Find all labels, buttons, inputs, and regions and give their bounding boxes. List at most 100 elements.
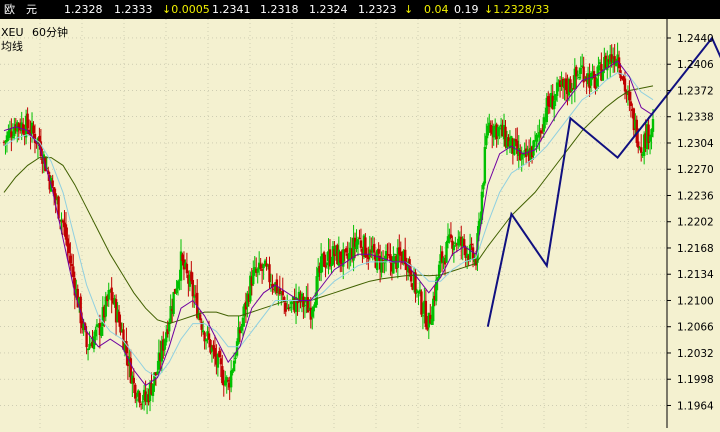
candle-body-down xyxy=(278,288,282,295)
candle-body-down xyxy=(85,331,88,348)
candle-body-up xyxy=(11,136,15,138)
candle-body-down xyxy=(470,243,473,245)
quote-last: 1.2328 xyxy=(64,3,103,16)
y-tick-label: 1.2066 xyxy=(677,322,714,334)
y-tick-label: 1.2406 xyxy=(677,59,714,71)
y-tick-label: 1.2100 xyxy=(677,295,714,307)
y-tick-label: 1.1998 xyxy=(677,374,714,386)
quote-low: 1.2318 xyxy=(260,3,299,16)
candle-body-up xyxy=(94,329,97,337)
candle-body-up xyxy=(579,67,582,74)
candle-body-down xyxy=(72,266,75,278)
candle-body-up xyxy=(176,281,180,289)
candle-body-up xyxy=(288,306,292,309)
candle-body-down xyxy=(69,255,72,264)
candle-body-down xyxy=(463,239,466,247)
quote-change: ↓0.0005 xyxy=(162,3,210,16)
candle-body-up xyxy=(532,140,535,156)
candle-body-up xyxy=(421,315,425,317)
candle-body-up xyxy=(393,254,397,256)
candle-body-down xyxy=(218,351,221,357)
candle-body-up xyxy=(107,290,110,300)
candle-body-down xyxy=(219,358,223,365)
candle-body-down xyxy=(191,280,194,297)
candle-body-down xyxy=(281,290,284,296)
candle-body-down xyxy=(64,224,68,240)
period-label: 60分钟 xyxy=(32,25,68,39)
candle-body-up xyxy=(468,244,472,260)
candle-body-up xyxy=(392,256,395,274)
candle-body-down xyxy=(637,141,640,148)
y-tick-label: 1.2236 xyxy=(677,190,714,202)
candle-body-down xyxy=(541,132,544,134)
candle-body-up xyxy=(576,74,579,76)
candle-body-down xyxy=(306,297,310,313)
candle-body-down xyxy=(373,244,376,253)
candle-body-down xyxy=(409,270,413,282)
candle-body-down xyxy=(132,377,135,384)
candle-body-up xyxy=(648,136,652,142)
candle-body-down xyxy=(185,263,189,274)
candle-body-up xyxy=(169,306,172,323)
candle-body-up xyxy=(651,119,655,132)
candle-body-up xyxy=(86,348,90,351)
candle-body-down xyxy=(640,147,643,153)
candle-body-up xyxy=(483,146,487,184)
candle-body-up xyxy=(204,339,208,342)
quote-amount: 0.04 xyxy=(424,3,449,16)
quote-ask: 1.2333 xyxy=(114,3,153,16)
candle-body-up xyxy=(241,317,245,327)
candle-body-down xyxy=(539,130,543,133)
candle-body-up xyxy=(234,357,237,359)
y-tick-label: 1.2168 xyxy=(677,243,714,255)
candle-body-up xyxy=(595,78,599,87)
candle-body-up xyxy=(135,399,138,401)
quote-name: 欧 元 xyxy=(4,3,37,16)
y-tick-label: 1.2440 xyxy=(677,33,714,45)
candle-body-down xyxy=(628,91,631,101)
candle-body-down xyxy=(207,333,211,340)
candle-body-up xyxy=(330,264,333,267)
candle-body-up xyxy=(303,304,307,306)
candle-body-up xyxy=(325,262,329,266)
candle-body-up xyxy=(482,183,485,190)
candle-body-down xyxy=(358,237,361,239)
indicator-label: 均线 xyxy=(1,39,23,53)
y-tick-label: 1.1964 xyxy=(677,400,714,412)
quote-arrow: ↓ xyxy=(404,3,414,16)
candle-body-up xyxy=(201,330,205,333)
symbol-label: XEU xyxy=(1,26,24,39)
quote-high: 1.2341 xyxy=(212,3,251,16)
y-tick-label: 1.2304 xyxy=(677,138,714,150)
candle-body-up xyxy=(368,249,371,258)
quote-prev: 1.2323 xyxy=(358,3,397,16)
candle-body-up xyxy=(598,62,602,65)
chart-window: 欧 元 1.2328 1.2333 ↓0.0005 1.2341 1.2318 … xyxy=(0,0,720,428)
candle-body-up xyxy=(578,77,581,79)
y-tick-label: 1.2338 xyxy=(677,112,714,124)
candle-body-up xyxy=(232,360,236,372)
candle-body-down xyxy=(322,252,326,267)
y-tick-label: 1.2134 xyxy=(677,269,714,281)
quote-tail: ↓1.2328/33 xyxy=(484,3,550,16)
candle-body-up xyxy=(445,241,448,263)
candle-body-down xyxy=(629,101,633,107)
y-tick-label: 1.2270 xyxy=(677,164,714,176)
quote-bar: 欧 元 1.2328 1.2333 ↓0.0005 1.2341 1.2318 … xyxy=(0,0,720,19)
y-tick-label: 1.2032 xyxy=(677,348,714,360)
candle-body-down xyxy=(268,264,271,283)
candle-body-down xyxy=(227,380,230,382)
candle-body-down xyxy=(67,243,71,254)
candle-body-down xyxy=(623,78,627,92)
candle-body-down xyxy=(345,248,348,253)
candle-body-down xyxy=(324,265,327,268)
candle-body-down xyxy=(134,384,137,399)
candle-body-down xyxy=(190,271,193,282)
candle-body-down xyxy=(139,403,143,405)
candle-body-down xyxy=(420,291,423,315)
chart-area[interactable]: 1.2440 1.2406 1.2372 1.2338 1.2304 1.2270 1.22… xyxy=(0,19,720,428)
candle-body-up xyxy=(513,138,516,155)
candle-body-up xyxy=(100,326,103,336)
candlestick-chart[interactable]: 1.2440 1.2406 1.2372 1.2338 1.2304 1.2270 1.22… xyxy=(0,19,720,428)
candle-body-up xyxy=(485,135,488,146)
